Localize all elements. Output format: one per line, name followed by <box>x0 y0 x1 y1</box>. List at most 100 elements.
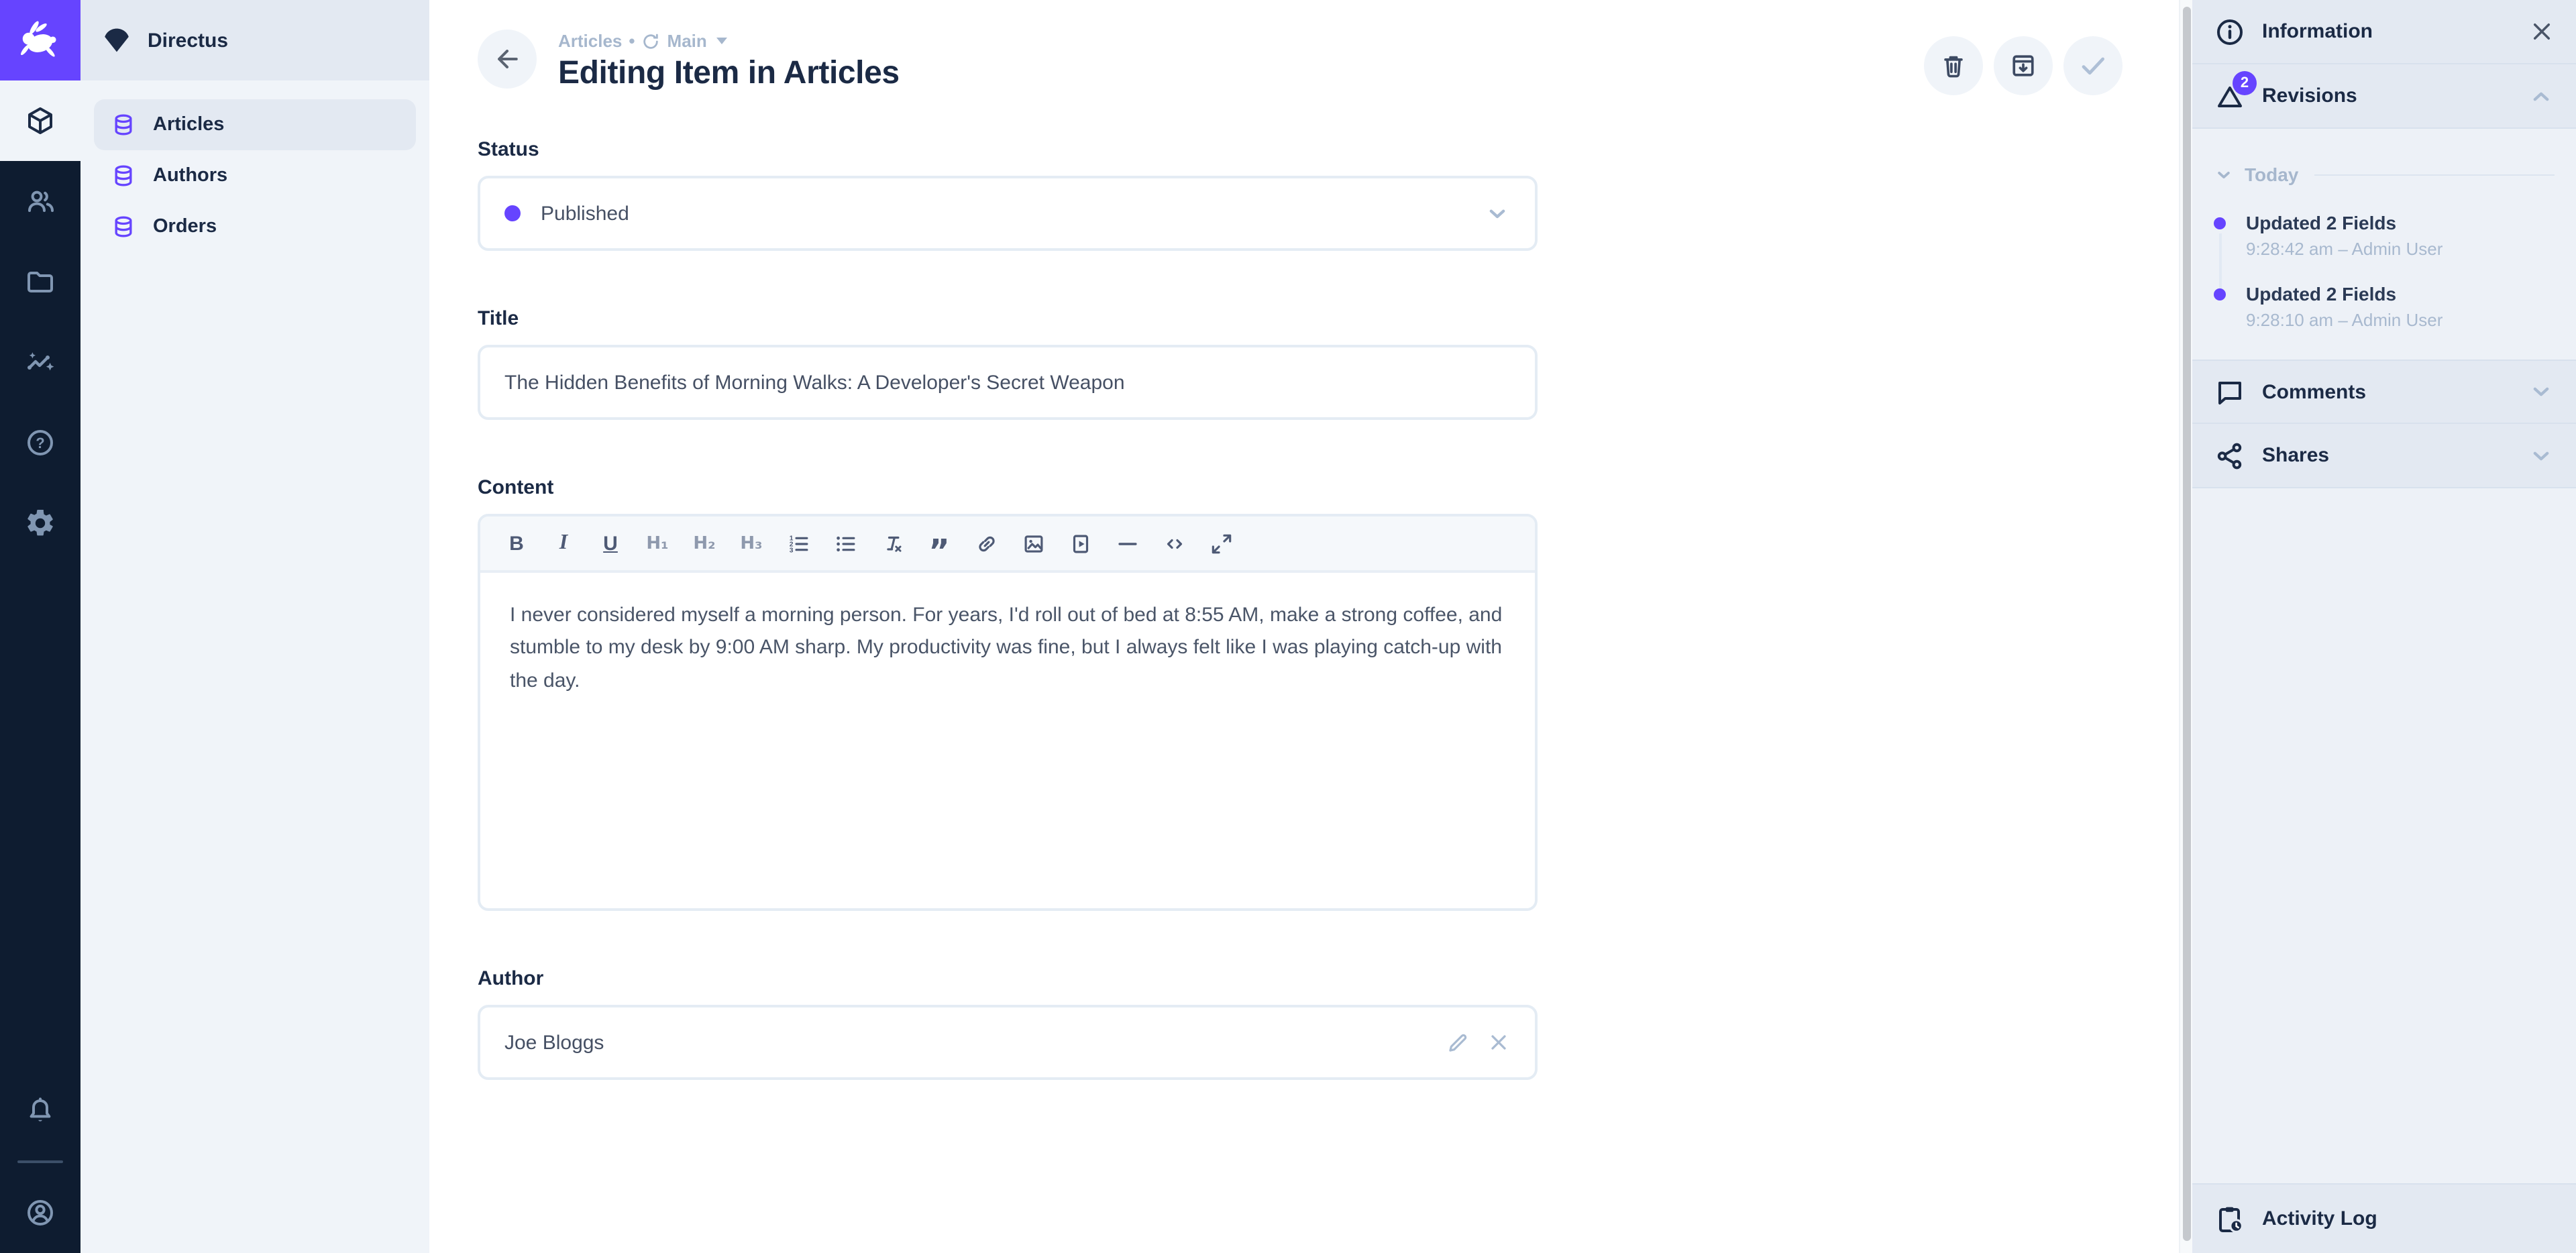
sidebar-item-label: Authors <box>153 165 227 186</box>
horizontal-rule-button[interactable] <box>1107 523 1147 563</box>
author-field[interactable]: Joe Bloggs <box>478 1005 1538 1080</box>
link-button[interactable] <box>966 523 1006 563</box>
breadcrumb-collection[interactable]: Articles <box>558 31 622 51</box>
notifications-button[interactable] <box>0 1071 80 1151</box>
module-settings[interactable] <box>0 483 80 563</box>
bold-button[interactable]: B <box>496 523 537 563</box>
code-button[interactable] <box>1154 523 1194 563</box>
account-circle-icon <box>24 1197 56 1229</box>
fullscreen-button[interactable] <box>1201 523 1241 563</box>
page-title: Editing Item in Articles <box>558 55 1924 93</box>
heading2-button[interactable]: H₂ <box>684 523 724 563</box>
remove-format-button[interactable] <box>872 523 912 563</box>
sidebar-section-label: Shares <box>2262 444 2528 467</box>
sidebar-item-authors[interactable]: Authors <box>94 150 416 201</box>
image-button[interactable] <box>1013 523 1053 563</box>
heading1-button[interactable]: H₁ <box>637 523 678 563</box>
revision-entry[interactable]: Updated 2 Fields 9:28:10 am – Admin User <box>2214 283 2555 330</box>
video-button[interactable] <box>1060 523 1100 563</box>
italic-button[interactable]: I <box>543 523 584 563</box>
field-label: Title <box>478 307 1538 330</box>
delete-button[interactable] <box>1924 36 1983 95</box>
revision-title: Updated 2 Fields <box>2246 212 2555 233</box>
svg-text:3: 3 <box>789 546 793 553</box>
account-button[interactable] <box>0 1173 80 1253</box>
page-header: Articles • Main Editing Item in Articles <box>429 0 2192 95</box>
sidebar-section-label: Activity Log <box>2262 1207 2555 1230</box>
scrollbar-thumb[interactable] <box>2183 7 2191 1241</box>
sidebar-item-articles[interactable]: Articles <box>94 99 416 150</box>
revision-entry[interactable]: Updated 2 Fields 9:28:42 am – Admin User <box>2214 212 2555 259</box>
breadcrumb[interactable]: Articles • Main <box>558 31 1924 51</box>
status-dropdown[interactable]: Published <box>478 176 1538 251</box>
revisions-group-label: Today <box>2245 164 2298 185</box>
revisions-count-badge: 2 <box>2233 70 2257 95</box>
chevron-up-icon <box>2528 83 2555 109</box>
module-users[interactable] <box>0 161 80 241</box>
revisions-icon-wrap: 2 <box>2214 80 2246 112</box>
title-field-group: Title <box>478 307 1538 420</box>
info-icon <box>2214 15 2246 48</box>
chevron-down-icon <box>2528 442 2555 469</box>
title-block: Articles • Main Editing Item in Articles <box>558 30 1924 93</box>
help-icon: ? <box>24 427 56 459</box>
deselect-author-button[interactable] <box>1487 1030 1511 1054</box>
directus-logo[interactable] <box>0 0 80 80</box>
blockquote-button[interactable]: ” <box>919 523 959 563</box>
back-button[interactable] <box>478 30 537 89</box>
sidebar-section-revisions[interactable]: 2 Revisions <box>2192 64 2576 129</box>
revisions-group-toggle[interactable]: Today <box>2214 164 2555 185</box>
link-icon <box>973 531 999 556</box>
ordered-list-icon: 123 <box>786 531 811 556</box>
video-icon <box>1067 531 1093 556</box>
sidebar-section-information[interactable]: Information <box>2192 0 2576 64</box>
module-files[interactable] <box>0 241 80 322</box>
database-icon <box>110 213 137 240</box>
version-sync-icon <box>642 32 661 50</box>
title-input[interactable] <box>478 345 1538 420</box>
revision-dot <box>2214 217 2226 229</box>
module-help[interactable]: ? <box>0 402 80 483</box>
archive-icon <box>2008 51 2038 80</box>
activity-log-button[interactable]: Activity Log <box>2192 1183 2576 1253</box>
sidebar-section-shares[interactable]: Shares <box>2192 424 2576 488</box>
ordered-list-button[interactable]: 123 <box>778 523 818 563</box>
module-content[interactable] <box>0 80 80 161</box>
code-icon <box>1161 531 1187 556</box>
field-label: Content <box>478 476 1538 499</box>
author-field-group: Author Joe Bloggs <box>478 967 1538 1080</box>
field-label: Author <box>478 967 1538 990</box>
chevron-down-icon <box>2528 378 2555 405</box>
underline-button[interactable]: U <box>590 523 631 563</box>
sidebar-section-label: Comments <box>2262 380 2528 403</box>
module-insights[interactable] <box>0 322 80 402</box>
field-label: Status <box>478 138 1538 161</box>
heading3-button[interactable]: H₃ <box>731 523 771 563</box>
sidebar-item-orders[interactable]: Orders <box>94 201 416 252</box>
share-icon <box>2214 439 2246 472</box>
chevron-down-icon <box>2214 164 2234 184</box>
sidebar-filler <box>2192 488 2576 1183</box>
status-value: Published <box>541 202 1484 225</box>
archive-button[interactable] <box>1994 36 2053 95</box>
breadcrumb-separator: • <box>629 31 635 51</box>
author-value: Joe Bloggs <box>504 1031 604 1054</box>
module-bar: ? <box>0 0 80 1253</box>
save-button[interactable] <box>2063 36 2123 95</box>
breadcrumb-version[interactable]: Main <box>667 31 707 51</box>
close-icon <box>2529 19 2555 44</box>
chevron-down-icon <box>716 38 727 44</box>
gear-icon <box>24 507 56 539</box>
editor-toolbar: B I U H₁ H₂ H₃ 123 <box>480 516 1535 573</box>
revision-title: Updated 2 Fields <box>2246 283 2555 305</box>
sidebar-section-label: Information <box>2262 20 2529 43</box>
bullet-list-button[interactable] <box>825 523 865 563</box>
comment-icon <box>2214 376 2246 408</box>
project-header[interactable]: Directus <box>80 0 429 80</box>
edit-author-button[interactable] <box>1445 1030 1470 1055</box>
editor-content[interactable]: I never considered myself a morning pers… <box>480 573 1535 908</box>
close-sidebar-button[interactable] <box>2529 19 2555 44</box>
sidebar-section-comments[interactable]: Comments <box>2192 360 2576 424</box>
insights-icon <box>24 346 56 378</box>
revision-meta: 9:28:42 am – Admin User <box>2246 239 2555 259</box>
